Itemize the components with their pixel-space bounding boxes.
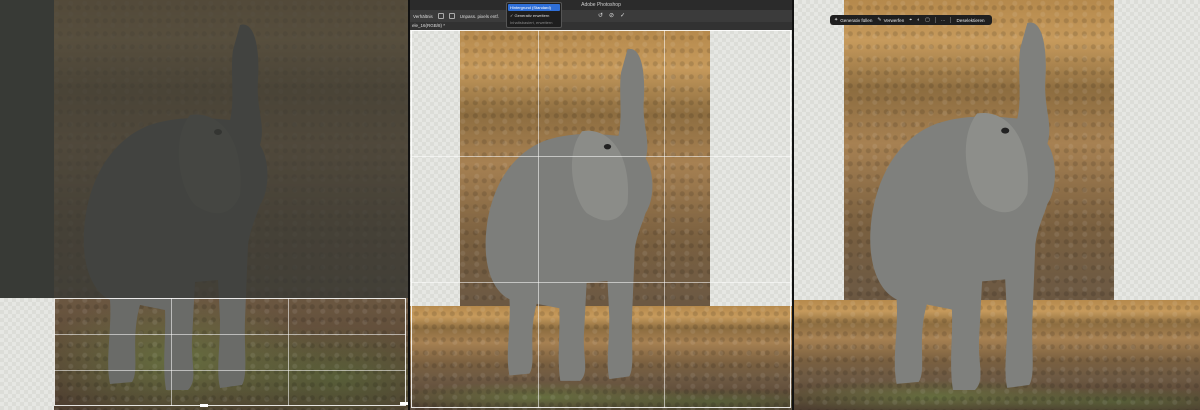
transparent-left — [794, 0, 844, 300]
deselect-button[interactable]: Deselektieren — [956, 18, 984, 23]
commit-icon[interactable]: ✓ — [620, 12, 625, 19]
fill-option-background[interactable]: Hintergrund (Standard) — [508, 4, 560, 11]
reset-icon[interactable]: ↺ — [598, 12, 603, 19]
crop-handle-bottom[interactable] — [200, 404, 208, 407]
crop-shield-right — [322, 0, 408, 298]
contextual-task-bar: ✦ Generativ füllen ✎ Verwerfen ⌖ ◐ ▢ ···… — [830, 15, 992, 25]
cancel-icon[interactable]: ⊘ — [609, 12, 614, 19]
delete-cropped-pixels-checkbox[interactable]: Unpass. pixels entf. — [460, 14, 499, 19]
crop-grid-line — [538, 30, 539, 408]
generative-fill-button[interactable]: ✦ Generativ füllen — [834, 17, 872, 23]
crop-handle-bottom-right[interactable] — [400, 402, 408, 405]
transform-icon[interactable]: ▢ — [925, 17, 930, 23]
crop-grid-line — [288, 298, 289, 406]
fill-mode-dropdown[interactable]: Hintergrund (Standard) ✓ Generativ erwei… — [506, 2, 562, 28]
brush-icon: ✎ — [877, 17, 882, 23]
crop-grid-line — [171, 298, 172, 406]
transparent-canvas-area — [0, 298, 54, 410]
crop-box[interactable] — [411, 30, 791, 408]
straighten-icon[interactable] — [437, 13, 444, 19]
crop-grid-line — [664, 30, 665, 408]
crop-preview-panel-left — [0, 0, 408, 410]
document-tab-label: ele_16(RGB/8) * — [412, 23, 446, 28]
more-options-button[interactable]: ··· — [941, 18, 946, 23]
crop-panel-middle: Adobe Photoshop Verhältnis Unpass. pixel… — [410, 0, 792, 410]
separator — [934, 17, 936, 23]
app-title: Adobe Photoshop — [581, 2, 621, 8]
fill-option-content-aware[interactable]: Inhaltsbasiert, erweitern — [507, 19, 561, 26]
invert-selection-icon[interactable]: ◐ — [917, 17, 920, 23]
sparkle-icon: ✦ — [834, 17, 839, 23]
document-tab[interactable]: ele_16(RGB/8) * — [410, 22, 792, 30]
fill-option-generative-expand[interactable]: ✓ Generativ erweitern — [507, 12, 561, 19]
overlay-grid-icon[interactable] — [448, 13, 455, 19]
crop-shield-left — [0, 0, 54, 298]
result-panel-right: ✦ Generativ füllen ✎ Verwerfen ⌖ ◐ ▢ ···… — [794, 0, 1200, 410]
crop-grid-line — [54, 370, 406, 371]
crop-commit-controls: ↺ ⊘ ✓ — [598, 12, 625, 19]
crop-grid-line — [411, 156, 791, 157]
elephant-figure — [856, 18, 1078, 400]
crop-box[interactable] — [54, 298, 406, 406]
separator — [950, 17, 952, 23]
crop-grid-line — [411, 282, 791, 283]
ratio-dropdown[interactable]: Verhältnis — [413, 14, 433, 19]
discard-label: Verwerfen — [883, 17, 905, 23]
mask-brush-icon[interactable]: ⌖ — [909, 17, 912, 23]
transparent-right — [1114, 0, 1200, 300]
generative-fill-label: Generativ füllen — [840, 17, 873, 23]
crop-grid-line — [54, 334, 406, 335]
deselect-label: Deselektieren — [956, 17, 985, 23]
app-title-bar: Adobe Photoshop — [410, 0, 792, 10]
discard-button[interactable]: ✎ Verwerfen — [877, 17, 904, 23]
crop-shield-top — [54, 0, 322, 298]
